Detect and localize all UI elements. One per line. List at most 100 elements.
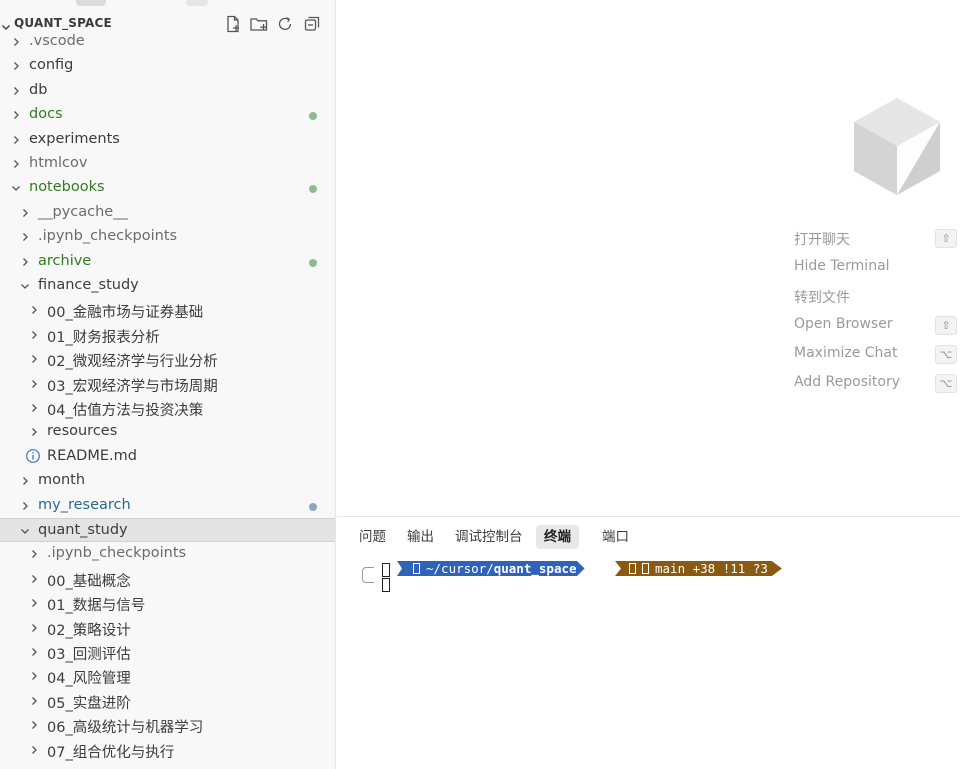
- tree-folder-row[interactable]: db: [0, 79, 335, 103]
- panel-tab[interactable]: 输出: [399, 525, 442, 549]
- chevron-right-icon[interactable]: [28, 329, 40, 341]
- panel-tab[interactable]: 终端: [536, 525, 579, 549]
- chevron-right-icon[interactable]: [28, 744, 40, 756]
- tree-item-label: my_research: [38, 496, 131, 513]
- activity-tab-indicator[interactable]: [76, 0, 106, 6]
- terminal-glyph-box: [382, 563, 390, 577]
- tree-folder-row[interactable]: archive: [0, 250, 335, 274]
- tree-folder-row[interactable]: .vscode: [0, 30, 335, 54]
- tree-folder-row[interactable]: .ipynb_checkpoints: [0, 225, 335, 249]
- panel-tab[interactable]: 问题: [351, 525, 394, 549]
- chevron-right-icon[interactable]: [28, 719, 40, 731]
- panel-tab[interactable]: 调试控制台: [447, 525, 531, 549]
- tree-folder-row[interactable]: resources: [0, 420, 335, 444]
- tree-folder-row[interactable]: 04_风险管理: [0, 664, 335, 688]
- chevron-right-icon[interactable]: [10, 109, 22, 121]
- tree-folder-row[interactable]: htmlcov: [0, 152, 335, 176]
- tree-item-label: 07_组合优化与执行: [47, 744, 175, 761]
- tree-folder-row[interactable]: experiments: [0, 128, 335, 152]
- chevron-right-icon[interactable]: [10, 85, 22, 97]
- tree-item-label: 01_财务报表分析: [47, 329, 160, 346]
- chevron-right-icon[interactable]: [28, 670, 40, 682]
- tree-folder-row[interactable]: 00_基础概念: [0, 567, 335, 591]
- chevron-right-icon[interactable]: [28, 695, 40, 707]
- tree-item-label: htmlcov: [29, 155, 88, 171]
- tree-folder-row[interactable]: 00_金融市场与证券基础: [0, 298, 335, 322]
- shortcut-hint[interactable]: 转到文件: [794, 287, 960, 307]
- shortcut-hint[interactable]: Open Browser ⇧: [794, 316, 960, 336]
- shortcut-key: ⌥: [935, 374, 957, 393]
- tree-folder-row[interactable]: config: [0, 54, 335, 78]
- chevron-right-icon[interactable]: [19, 231, 31, 243]
- tree-folder-row[interactable]: 03_回测评估: [0, 640, 335, 664]
- shortcut-key: ⇧: [935, 229, 957, 248]
- shortcut-hint[interactable]: Add Repository ⌥: [794, 374, 960, 394]
- chevron-right-icon[interactable]: [28, 573, 40, 585]
- explorer-title: QUANT_SPACE: [14, 16, 112, 30]
- folder-icon: [413, 563, 420, 574]
- panel-tab[interactable]: 端口: [594, 525, 637, 549]
- tree-folder-row[interactable]: 05_实盘进阶: [0, 689, 335, 713]
- tree-folder-row[interactable]: 03_宏观经济学与市场周期: [0, 372, 335, 396]
- activity-tab-indicator-2[interactable]: [186, 0, 208, 6]
- terminal-gutter-icon: [362, 567, 374, 583]
- chevron-down-icon[interactable]: [19, 525, 31, 537]
- chevron-right-icon[interactable]: [28, 304, 40, 316]
- chevron-right-icon[interactable]: [28, 353, 40, 365]
- shortcut-hint-label: Open Browser: [794, 316, 893, 332]
- sidebar-top-strip: [0, 0, 335, 8]
- chevron-down-icon[interactable]: [10, 182, 22, 194]
- chevron-right-icon[interactable]: [10, 134, 22, 146]
- cursor-cube-icon: [852, 96, 942, 196]
- tree-item-label: __pycache__: [38, 203, 128, 220]
- tree-item-label: 05_实盘进阶: [47, 695, 131, 712]
- tree-item-label: 03_回测评估: [47, 647, 131, 663]
- shortcut-hint[interactable]: Hide Terminal: [794, 258, 960, 278]
- chevron-right-icon[interactable]: [28, 597, 40, 609]
- chevron-right-icon[interactable]: [10, 158, 22, 170]
- tree-folder-row[interactable]: 04_估值方法与投资决策: [0, 396, 335, 420]
- tree-item-label: 00_基础概念: [47, 573, 131, 590]
- tree-folder-row[interactable]: finance_study: [0, 274, 335, 298]
- tree-file-row[interactable]: README.md: [0, 445, 335, 469]
- prompt-path-current: quant_space: [493, 561, 577, 576]
- tree-folder-row[interactable]: __pycache__: [0, 201, 335, 225]
- chevron-right-icon[interactable]: [19, 475, 31, 487]
- tree-folder-row[interactable]: 02_微观经济学与行业分析: [0, 347, 335, 371]
- chevron-right-icon[interactable]: [28, 378, 40, 390]
- tree-folder-row[interactable]: 01_数据与信号: [0, 591, 335, 615]
- tree-folder-row[interactable]: notebooks: [0, 176, 335, 200]
- chevron-right-icon[interactable]: [28, 646, 40, 658]
- chevron-right-icon[interactable]: [28, 622, 40, 634]
- chevron-right-icon[interactable]: [19, 256, 31, 268]
- shortcut-hint-label: Hide Terminal: [794, 258, 890, 274]
- tree-item-label: 03_宏观经济学与市场周期: [47, 378, 218, 395]
- tree-folder-row[interactable]: 02_策略设计: [0, 616, 335, 640]
- chevron-down-icon[interactable]: [19, 280, 31, 292]
- terminal[interactable]: ~/cursor/quant_space main +38 !11 ?3: [359, 561, 959, 601]
- tree-folder-row[interactable]: 01_财务报表分析: [0, 323, 335, 347]
- tree-folder-row[interactable]: docs: [0, 103, 335, 127]
- shortcut-hint-label: 转到文件: [794, 290, 850, 306]
- tree-folder-row[interactable]: .ipynb_checkpoints: [0, 542, 335, 566]
- tree-folder-row[interactable]: my_research: [0, 494, 335, 518]
- branch-icon: [642, 563, 649, 574]
- shortcut-hint-label: 打开聊天: [794, 232, 850, 248]
- chevron-right-icon[interactable]: [28, 426, 40, 438]
- shortcut-hint[interactable]: 打开聊天 ⇧: [794, 229, 960, 249]
- chevron-right-icon[interactable]: [19, 500, 31, 512]
- tree-folder-row[interactable]: quant_study: [0, 518, 335, 543]
- chevron-right-icon[interactable]: [28, 548, 40, 560]
- chevron-right-icon[interactable]: [28, 402, 40, 414]
- chevron-right-icon[interactable]: [19, 207, 31, 219]
- chevron-right-icon[interactable]: [10, 60, 22, 72]
- tree-folder-row[interactable]: 07_组合优化与执行: [0, 738, 335, 762]
- info-icon: [25, 448, 41, 464]
- chevron-right-icon[interactable]: [10, 36, 22, 48]
- git-modified-dot: [309, 112, 317, 121]
- shortcut-hint[interactable]: Maximize Chat ⌥: [794, 345, 960, 365]
- tree-folder-row[interactable]: 06_高级统计与机器学习: [0, 713, 335, 737]
- tree-folder-row[interactable]: month: [0, 469, 335, 493]
- chevron-down-icon[interactable]: [0, 18, 12, 30]
- prompt-git-status: main +38 !11 ?3: [655, 561, 768, 576]
